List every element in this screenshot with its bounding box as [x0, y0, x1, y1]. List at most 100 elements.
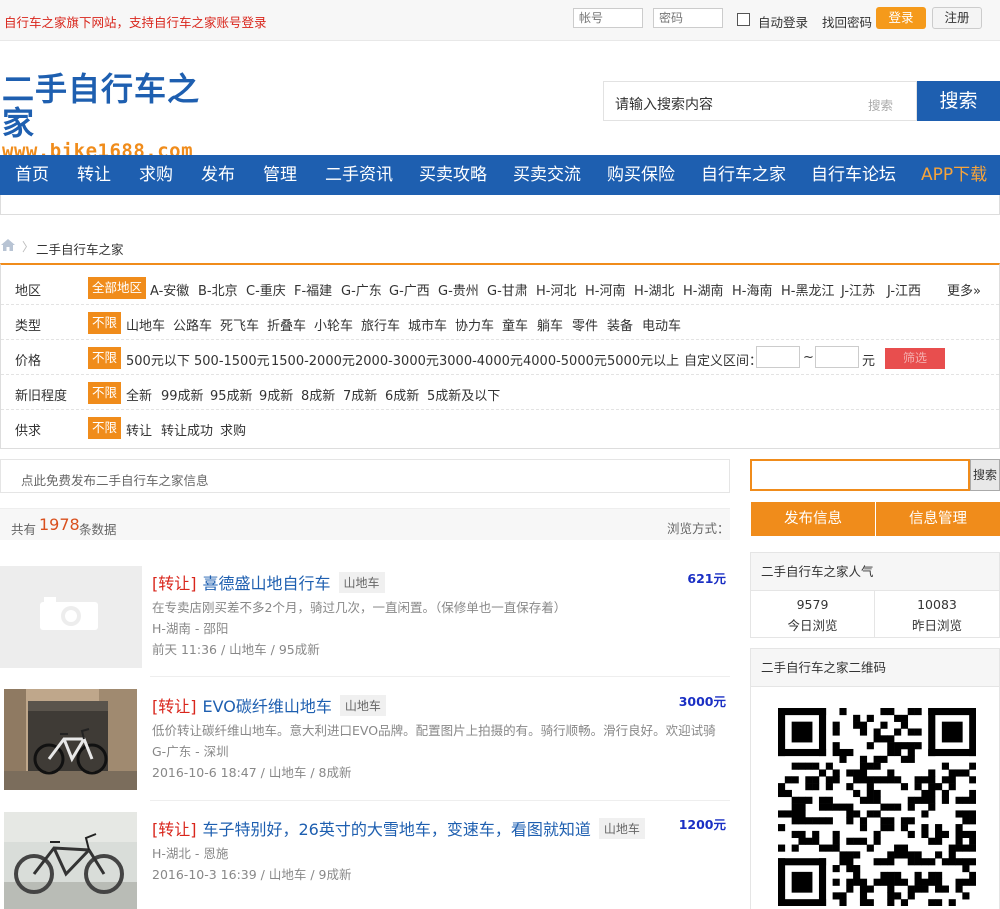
listing-title-row[interactable]: [转让] 车子特别好，26英寸的大雪地车，变速车，看图就知道 山地车: [152, 816, 645, 839]
manage-info-button[interactable]: 信息管理: [876, 502, 1000, 536]
publish-info-button[interactable]: 发布信息: [751, 502, 875, 536]
filter-region-option[interactable]: H-河南: [585, 280, 625, 299]
filter-type-option[interactable]: 折叠车: [267, 315, 306, 334]
filter-region-option[interactable]: H-河北: [536, 280, 576, 299]
nav-item-news[interactable]: 二手资讯: [325, 155, 393, 195]
nav-item-exchange[interactable]: 买卖交流: [513, 155, 581, 195]
filter-condition-option[interactable]: 99成新: [161, 385, 204, 404]
forgot-password-link[interactable]: 找回密码: [822, 12, 872, 31]
publish-prompt[interactable]: 点此免费发布二手自行车之家信息: [0, 459, 730, 493]
breadcrumb-current[interactable]: 二手自行车之家: [36, 239, 124, 258]
filter-region-option[interactable]: G-甘肃: [487, 280, 528, 299]
filter-condition-option[interactable]: 95成新: [210, 385, 253, 404]
filter-price-option[interactable]: 500-1500元: [194, 350, 270, 369]
filter-region-option[interactable]: H-海南: [732, 280, 772, 299]
filter-region-option[interactable]: C-重庆: [246, 280, 286, 299]
listing-item[interactable]: [转让] EVO碳纤维山地车 山地车 3000元 低价转让碳纤维山地车。意大利进口E…: [0, 689, 730, 801]
listing-item[interactable]: [转让] 车子特别好，26英寸的大雪地车，变速车，看图就知道 山地车 1200元 H…: [0, 812, 730, 909]
filter-type-option[interactable]: 零件: [572, 315, 598, 334]
filter-region-option[interactable]: G-广西: [389, 280, 430, 299]
filter-price-option[interactable]: 1500-2000元: [271, 350, 355, 369]
nav-item-wanted[interactable]: 求购: [139, 155, 173, 195]
filter-supply-option[interactable]: 转让成功: [161, 420, 213, 439]
filter-type-option[interactable]: 协力车: [455, 315, 494, 334]
listing-thumbnail[interactable]: [4, 812, 137, 909]
home-icon[interactable]: [1, 239, 15, 251]
filter-type-option[interactable]: 躺车: [537, 315, 563, 334]
filter-region-option[interactable]: H-黑龙江: [781, 280, 834, 299]
listing-title[interactable]: EVO碳纤维山地车: [203, 697, 332, 716]
filter-type-option[interactable]: 童车: [502, 315, 528, 334]
filter-region-option[interactable]: H-湖南: [683, 280, 723, 299]
filter-type-option[interactable]: 死飞车: [220, 315, 259, 334]
listing-title-row[interactable]: [转让] EVO碳纤维山地车 山地车: [152, 693, 386, 716]
listing-category-badge[interactable]: 山地车: [339, 695, 386, 716]
listing-thumbnail-placeholder[interactable]: [0, 566, 142, 668]
filter-condition-option[interactable]: 7成新: [343, 385, 377, 404]
nav-item-guide[interactable]: 买卖攻略: [419, 155, 487, 195]
account-input[interactable]: [573, 8, 643, 28]
filter-price-option[interactable]: 4000-5000元: [523, 350, 607, 369]
price-filter-button[interactable]: 筛选: [885, 348, 945, 369]
nav-item-manage[interactable]: 管理: [263, 155, 297, 195]
filter-region-option[interactable]: J-江苏: [841, 280, 875, 299]
filter-condition-option[interactable]: 6成新: [385, 385, 419, 404]
site-logo[interactable]: 二手自行车之家 www.bike1688.com: [2, 72, 232, 162]
filter-condition-option[interactable]: 9成新: [259, 385, 293, 404]
sidebar-search-input[interactable]: [750, 459, 970, 491]
filter-type-option[interactable]: 公路车: [173, 315, 212, 334]
filter-type-selected[interactable]: 不限: [88, 312, 122, 334]
nav-item-app-download[interactable]: APP下载: [921, 155, 987, 195]
listing-title[interactable]: 喜德盛山地自行车: [203, 574, 331, 593]
filter-condition-option[interactable]: 8成新: [301, 385, 335, 404]
listing-item[interactable]: [转让] 喜德盛山地自行车 山地车 621元 在专卖店刚买差不多2个月，骑过几次，一…: [0, 566, 730, 677]
listing-category-badge[interactable]: 山地车: [598, 818, 645, 839]
filter-region-option[interactable]: G-贵州: [438, 280, 479, 299]
filter-price-option[interactable]: 500元以下: [126, 350, 190, 369]
password-input[interactable]: [653, 8, 723, 28]
filter-type-option[interactable]: 山地车: [126, 315, 165, 334]
filter-region-selected[interactable]: 全部地区: [88, 277, 147, 299]
listing-category-badge[interactable]: 山地车: [338, 572, 385, 593]
filter-region-option[interactable]: A-安徽: [150, 280, 189, 299]
filter-region-more-link[interactable]: 更多»: [947, 280, 981, 299]
header-search-input[interactable]: 请输入搜索内容 搜索: [603, 81, 917, 121]
nav-item-bike-home[interactable]: 自行车之家: [701, 155, 786, 195]
auto-login-label[interactable]: 自动登录: [758, 12, 808, 31]
filter-type-option[interactable]: 小轮车: [314, 315, 353, 334]
filter-region-option[interactable]: F-福建: [294, 280, 332, 299]
listing-thumbnail[interactable]: [4, 689, 137, 790]
listing-title[interactable]: 车子特别好，26英寸的大雪地车，变速车，看图就知道: [203, 820, 591, 839]
filter-condition-option[interactable]: 全新: [126, 385, 152, 404]
register-button[interactable]: 注册: [932, 7, 982, 29]
filter-region-option[interactable]: B-北京: [198, 280, 238, 299]
filter-supply-selected[interactable]: 不限: [88, 417, 122, 439]
filter-type-option[interactable]: 城市车: [408, 315, 447, 334]
nav-item-forum[interactable]: 自行车论坛: [811, 155, 896, 195]
filter-region-option[interactable]: J-江西: [887, 280, 921, 299]
listing-title-row[interactable]: [转让] 喜德盛山地自行车 山地车: [152, 570, 385, 593]
filter-type-option[interactable]: 旅行车: [361, 315, 400, 334]
header-search-button[interactable]: 搜索: [917, 81, 1000, 121]
filter-condition-selected[interactable]: 不限: [88, 382, 122, 404]
filter-condition-option[interactable]: 5成新及以下: [427, 385, 500, 404]
filter-type-option[interactable]: 电动车: [642, 315, 681, 334]
filter-supply-option[interactable]: 求购: [220, 420, 246, 439]
filter-region-option[interactable]: H-湖北: [634, 280, 674, 299]
sidebar-search-button[interactable]: 搜索: [970, 459, 1000, 491]
login-button[interactable]: 登录: [876, 7, 926, 29]
nav-item-transfer[interactable]: 转让: [77, 155, 111, 195]
nav-item-publish[interactable]: 发布: [201, 155, 235, 195]
filter-price-option[interactable]: 3000-4000元: [439, 350, 523, 369]
filter-price-selected[interactable]: 不限: [88, 347, 122, 369]
price-max-input[interactable]: [815, 346, 859, 368]
nav-item-insurance[interactable]: 购买保险: [607, 155, 675, 195]
filter-type-option[interactable]: 装备: [607, 315, 633, 334]
nav-item-home[interactable]: 首页: [15, 155, 49, 195]
auto-login-checkbox[interactable]: [737, 13, 750, 26]
price-min-input[interactable]: [756, 346, 800, 368]
filter-price-option[interactable]: 2000-3000元: [355, 350, 439, 369]
filter-price-option[interactable]: 5000元以上: [607, 350, 679, 369]
filter-supply-option[interactable]: 转让: [126, 420, 152, 439]
filter-region-option[interactable]: G-广东: [341, 280, 382, 299]
